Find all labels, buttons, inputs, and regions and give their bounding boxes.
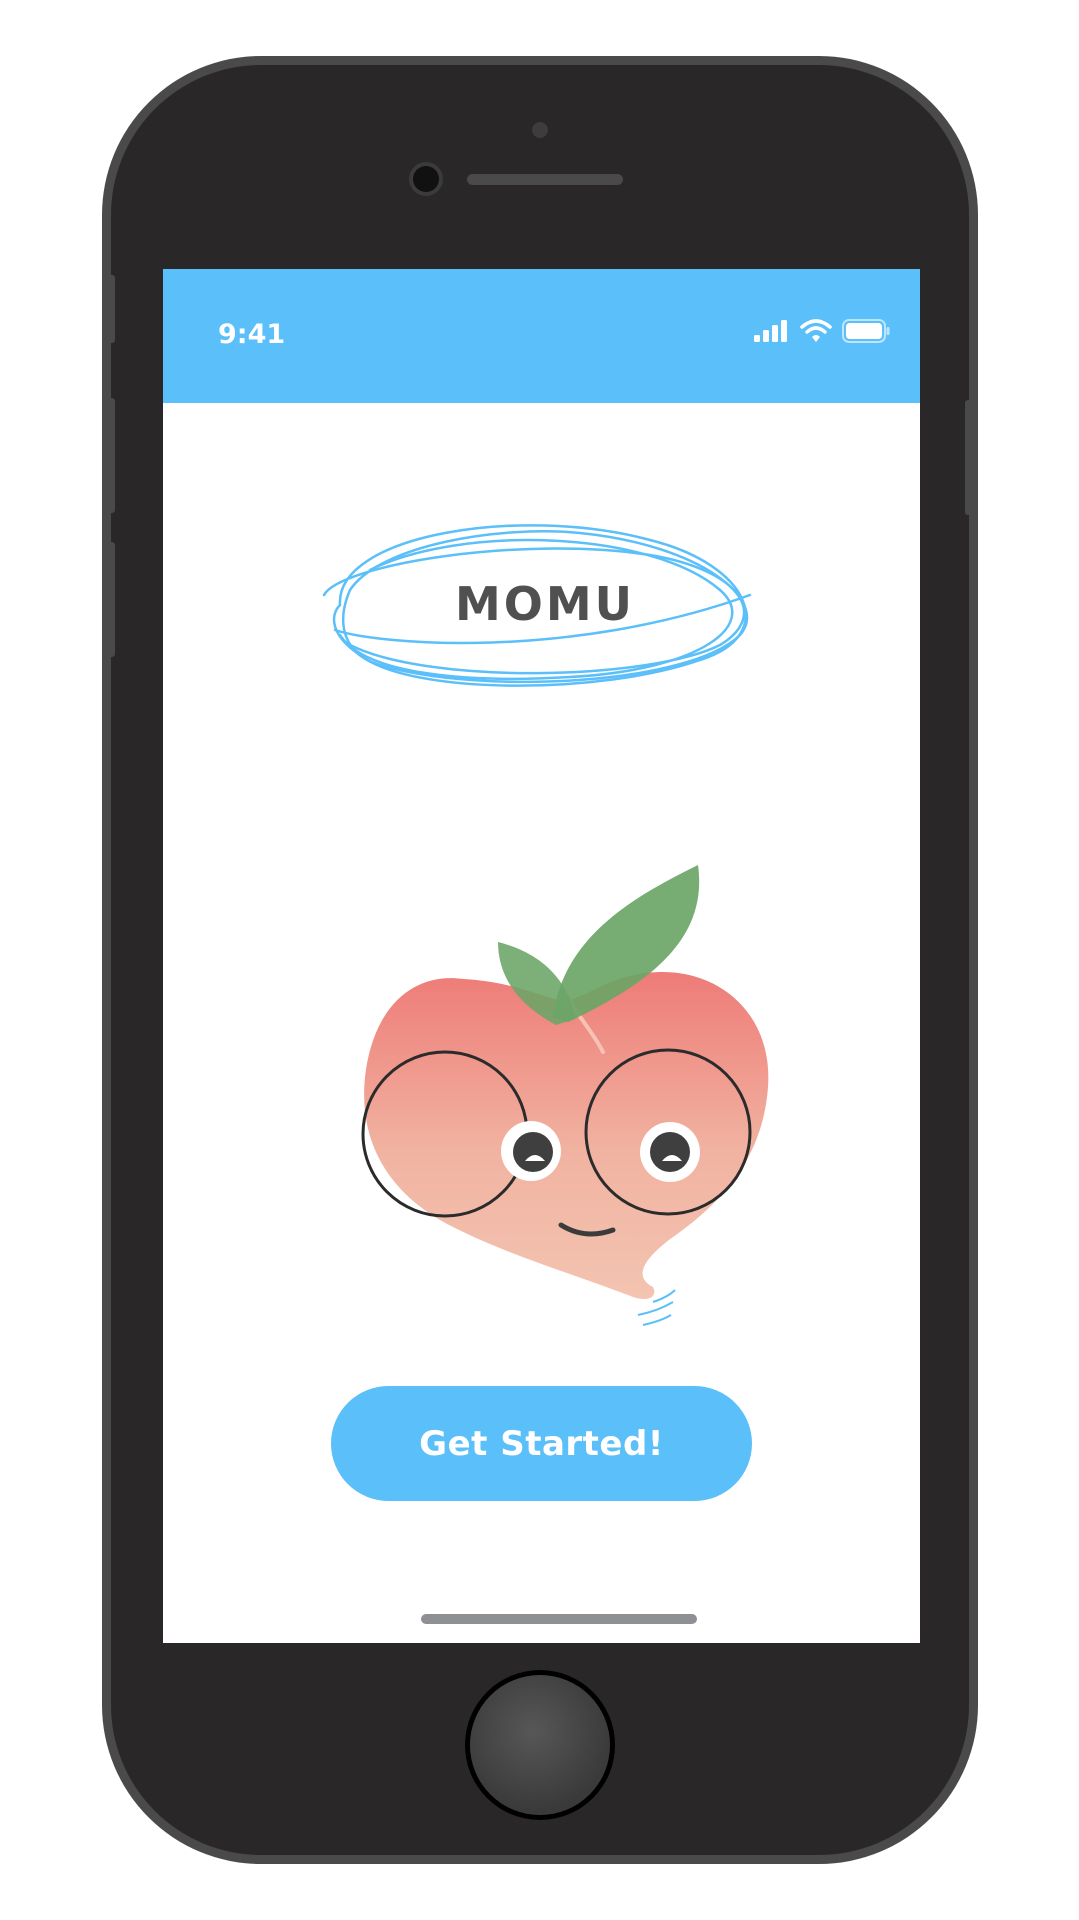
front-camera xyxy=(413,166,439,192)
app-title: MOMU xyxy=(454,577,635,631)
volume-up-button xyxy=(105,398,115,513)
status-time: 9:41 xyxy=(218,319,286,350)
cellular-signal-icon xyxy=(754,320,787,342)
battery-icon xyxy=(842,319,890,343)
wifi-icon xyxy=(800,319,832,342)
earpiece-speaker xyxy=(467,174,623,185)
status-icons xyxy=(754,319,890,343)
left-eye-pupil xyxy=(513,1132,553,1172)
status-bar: 9:41 xyxy=(163,269,920,403)
home-indicator[interactable] xyxy=(421,1614,697,1624)
brand-logo: MOMU xyxy=(320,495,770,715)
peach-mascot-illustration xyxy=(361,865,769,1326)
power-button xyxy=(965,400,975,515)
right-eye-pupil xyxy=(650,1132,690,1172)
home-button[interactable] xyxy=(470,1675,610,1815)
proximity-sensor xyxy=(532,122,548,138)
screen: 9:41 MOMU Get Started! xyxy=(163,269,920,1643)
mute-switch xyxy=(105,275,115,343)
volume-down-button xyxy=(105,542,115,657)
get-started-button[interactable]: Get Started! xyxy=(331,1386,752,1501)
